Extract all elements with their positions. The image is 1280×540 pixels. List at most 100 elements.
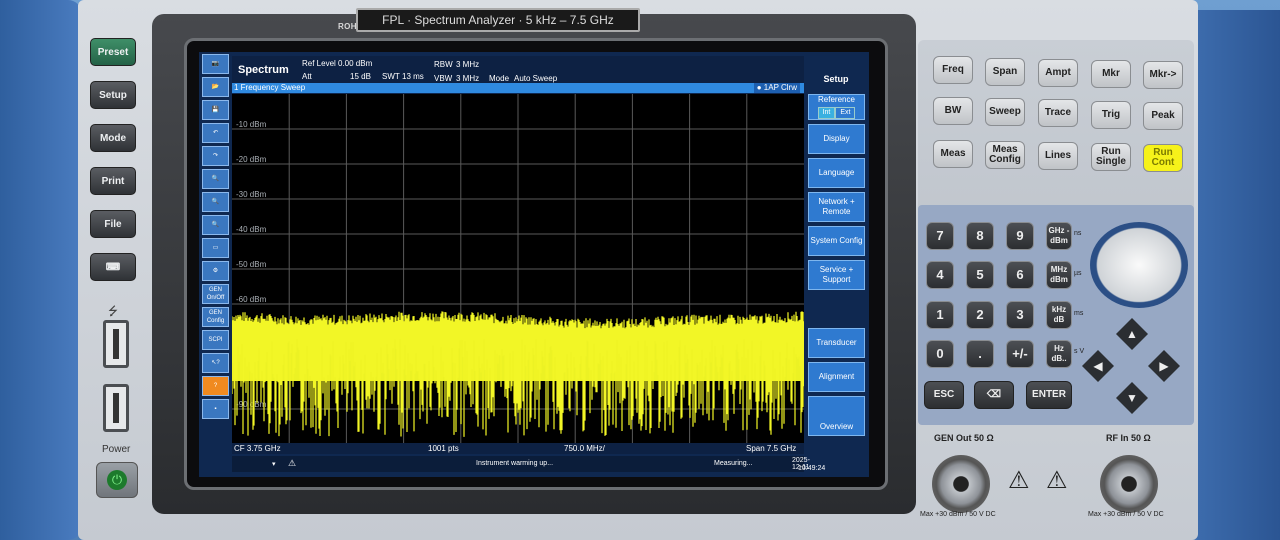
span-key[interactable]: Span [985,58,1025,86]
undo-icon[interactable]: ↶ [202,123,229,143]
dropdown-icon[interactable]: ▾ [272,460,276,468]
language-softkey[interactable]: Language [808,158,865,188]
model-label: FPL · Spectrum Analyzer · 5 kHz – 7.5 GH… [356,8,640,32]
gen-max-label: Max +30 dBm / 50 V DC [920,511,996,518]
rbw-value[interactable]: 3 MHz [456,60,479,69]
ref-level-value[interactable]: 0.00 dBm [338,59,372,68]
reference-softkey[interactable]: Reference Int Ext [808,94,865,120]
redo-icon[interactable]: ↷ [202,146,229,166]
overview-softkey[interactable]: Overview [808,396,865,436]
display-icon[interactable]: ▭ [202,238,229,258]
key-8[interactable]: 8 [966,222,994,250]
mhz-key[interactable]: MHz dBm [1046,261,1072,289]
left-handle [0,0,82,540]
khz-key[interactable]: kHz dB [1046,301,1072,329]
enter-key[interactable]: ENTER [1026,381,1072,409]
ref-level-label: Ref Level [302,59,336,68]
sweep-mode-value[interactable]: Auto Sweep [514,74,557,83]
rf-in-connector[interactable] [1100,455,1158,513]
context-help-icon[interactable]: ↖? [202,353,229,373]
bw-key[interactable]: BW [933,97,973,125]
span-value[interactable]: Span 7.5 GHz [746,444,796,453]
y-tick-label: -20 dBm [236,155,267,164]
mode-button[interactable]: Mode [90,124,136,152]
key-decimal[interactable]: . [966,340,994,368]
system-config-softkey[interactable]: System Config [808,226,865,256]
key-1[interactable]: 1 [926,301,954,329]
key-5[interactable]: 5 [966,261,994,289]
scpi-button[interactable]: SCPI [202,330,229,350]
mkr-key[interactable]: Mkr [1091,60,1131,88]
swt-value[interactable]: 13 ms [402,72,424,81]
gen-out-connector[interactable] [932,455,990,513]
transducer-softkey[interactable]: Transducer [808,328,865,358]
vbw-value[interactable]: 3 MHz [456,74,479,83]
status-message: Instrument warming up... [476,460,554,467]
key-0[interactable]: 0 [926,340,954,368]
reference-ext[interactable]: Ext [835,107,856,119]
spectrum-plot[interactable]: -10 dBm -20 dBm -30 dBm -40 dBm -50 dBm -60 d… [232,94,804,444]
rotary-knob[interactable] [1090,222,1188,308]
rf-in-label: RF In 50 Ω [1106,433,1151,443]
gen-config-button[interactable]: GEN Config [202,307,229,327]
zoom-icon[interactable]: 🔍 [202,169,229,189]
softkey-menu: Setup Reference Int Ext Display Language… [806,64,866,440]
preset-button[interactable]: Preset [90,38,136,66]
file-button[interactable]: File [90,210,136,238]
open-icon[interactable]: 📂 [202,77,229,97]
att-value[interactable]: 15 dB [350,72,371,81]
softkey-title: Setup [823,74,849,84]
peak-key[interactable]: Peak [1143,102,1183,130]
mkr-arrow-key[interactable]: Mkr-> [1143,61,1183,89]
zoom-multi-icon[interactable]: 🔍 [202,192,229,212]
trace-key[interactable]: Trace [1038,99,1078,127]
status-bar: ▾ ⚠ Instrument warming up... Measuring..… [232,456,825,472]
gen-onoff-button[interactable]: GEN On/Off [202,284,229,304]
y-tick-label: -50 dBm [236,260,267,269]
setup-button[interactable]: Setup [90,81,136,109]
key-4[interactable]: 4 [926,261,954,289]
backspace-key[interactable]: ⌫ [974,381,1014,409]
help-icon[interactable]: ? [202,376,229,396]
lines-key[interactable]: Lines [1038,142,1078,170]
sweep-key[interactable]: Sweep [985,98,1025,126]
run-cont-key[interactable]: Run Cont [1143,144,1183,172]
trig-key[interactable]: Trig [1091,101,1131,129]
print-button[interactable]: Print [90,167,136,195]
trace-label[interactable]: ● 1AP Clrw [753,83,800,93]
rf-max-label: Max +30 dBm / 50 V DC [1088,511,1164,518]
key-6[interactable]: 6 [1006,261,1034,289]
usb-port-2[interactable] [103,384,129,432]
esc-key[interactable]: ESC [924,381,964,409]
power-label: Power [102,444,131,455]
network-remote-softkey[interactable]: Network + Remote [808,192,865,222]
settings-icon[interactable]: ⚙ [202,261,229,281]
reference-int[interactable]: Int [817,107,836,119]
key-3[interactable]: 3 [1006,301,1034,329]
power-button[interactable]: ⏻ [96,462,138,498]
ghz-key[interactable]: GHz -dBm [1046,222,1072,250]
usb-port-1[interactable] [103,320,129,368]
key-2[interactable]: 2 [966,301,994,329]
measuring-status: Measuring... [714,460,753,467]
keyboard-button[interactable]: ⌨ [90,253,136,281]
alignment-softkey[interactable]: Alignment [808,362,865,392]
key-7[interactable]: 7 [926,222,954,250]
save-icon[interactable]: 💾 [202,100,229,120]
key-sign[interactable]: +/- [1006,340,1034,368]
window-title: 1 Frequency Sweep [234,83,306,92]
minimize-icon[interactable]: ▪ [202,399,229,419]
mode-title: Spectrum [238,64,289,76]
display-softkey[interactable]: Display [808,124,865,154]
key-9[interactable]: 9 [1006,222,1034,250]
zoom-off-icon[interactable]: 🔍 [202,215,229,235]
service-support-softkey[interactable]: Service + Support [808,260,865,290]
center-frequency[interactable]: CF 3.75 GHz [234,444,281,453]
screenshot-icon[interactable]: 📷 [202,54,229,74]
ampt-key[interactable]: Ampt [1038,59,1078,87]
hz-key[interactable]: Hz dB.. [1046,340,1072,368]
meas-config-key[interactable]: Meas Config [985,141,1025,169]
meas-key[interactable]: Meas [933,140,973,168]
freq-key[interactable]: Freq [933,56,973,84]
run-single-key[interactable]: Run Single [1091,143,1131,171]
